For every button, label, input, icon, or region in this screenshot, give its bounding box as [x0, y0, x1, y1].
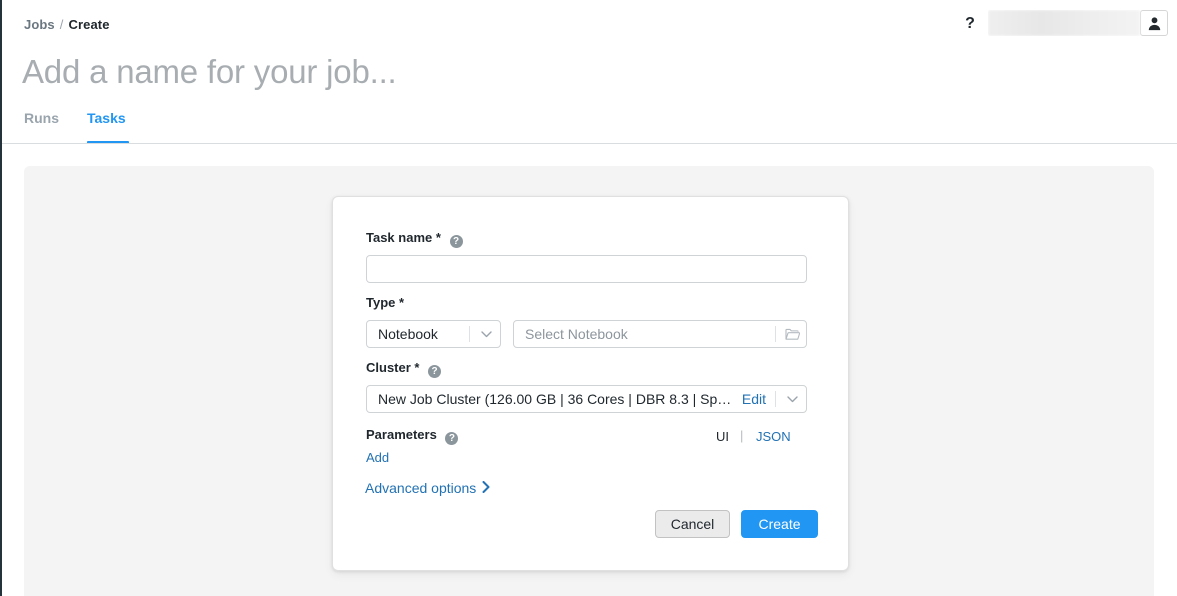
task-name-label-text: Task name: [366, 230, 432, 245]
tab-runs-label: Runs: [24, 110, 59, 126]
advanced-options-toggle[interactable]: Advanced options: [365, 480, 490, 496]
task-name-input[interactable]: [366, 255, 807, 283]
cluster-select-value: New Job Cluster (126.00 GB | 36 Cores | …: [367, 391, 738, 407]
task-name-label: Task name * ?: [366, 229, 463, 248]
parameters-view-toggle-ui[interactable]: UI: [716, 429, 729, 444]
notebook-picker-placeholder: Select Notebook: [514, 326, 775, 342]
type-select-divider: [469, 326, 470, 342]
left-nav-rail: [0, 0, 2, 596]
parameters-add-link[interactable]: Add: [366, 449, 389, 466]
tab-tasks-label: Tasks: [87, 110, 126, 126]
top-header: Jobs / Create ?: [2, 0, 1177, 48]
chevron-down-icon[interactable]: [472, 331, 500, 338]
notebook-picker[interactable]: Select Notebook: [513, 320, 807, 348]
task-name-help-icon[interactable]: ?: [450, 235, 463, 248]
tab-tasks[interactable]: Tasks: [87, 104, 129, 144]
cluster-select[interactable]: New Job Cluster (126.00 GB | 36 Cores | …: [366, 385, 807, 413]
task-name-required: *: [436, 230, 441, 245]
breadcrumb-current-create: Create: [68, 17, 109, 32]
cluster-edit-link[interactable]: Edit: [738, 391, 775, 407]
page-title[interactable]: Add a name for your job...: [22, 52, 397, 92]
chevron-right-icon: [482, 481, 490, 496]
parameters-help-icon[interactable]: ?: [445, 432, 458, 445]
parameters-view-toggle-json[interactable]: JSON: [756, 429, 791, 444]
type-select-value: Notebook: [367, 326, 469, 342]
avatar-button[interactable]: [1140, 10, 1168, 36]
create-button[interactable]: Create: [741, 510, 818, 538]
breadcrumb: Jobs / Create: [24, 16, 110, 33]
cluster-help-icon[interactable]: ?: [428, 365, 441, 378]
cancel-button[interactable]: Cancel: [655, 510, 730, 538]
cluster-select-divider: [775, 391, 776, 407]
type-select[interactable]: Notebook: [366, 320, 501, 348]
tab-bar: Runs Tasks: [2, 104, 1177, 144]
tab-bar-divider: [2, 143, 1177, 144]
user-account-name-redacted: [988, 10, 1140, 36]
parameters-view-toggle-separator: |: [740, 428, 743, 443]
tab-runs[interactable]: Runs: [24, 104, 58, 144]
user-icon: [1147, 16, 1162, 31]
app-root: Jobs / Create ? Add a name for your job...…: [0, 0, 1177, 596]
type-required: *: [399, 295, 404, 310]
notebook-picker-divider: [775, 326, 776, 342]
cluster-label-text: Cluster: [366, 360, 411, 375]
chevron-down-icon[interactable]: [778, 396, 806, 403]
breadcrumb-separator: /: [60, 17, 64, 32]
type-label-text: Type: [366, 295, 395, 310]
advanced-options-label: Advanced options: [365, 480, 476, 496]
breadcrumb-link-jobs[interactable]: Jobs: [24, 17, 55, 32]
parameters-label: Parameters ?: [366, 426, 458, 445]
parameters-label-text: Parameters: [366, 427, 437, 442]
help-icon[interactable]: ?: [960, 13, 980, 35]
cluster-label: Cluster * ?: [366, 359, 441, 378]
type-label: Type *: [366, 294, 404, 311]
cluster-required: *: [414, 360, 419, 375]
folder-icon[interactable]: [778, 328, 806, 341]
user-account-bar[interactable]: [987, 9, 1169, 37]
